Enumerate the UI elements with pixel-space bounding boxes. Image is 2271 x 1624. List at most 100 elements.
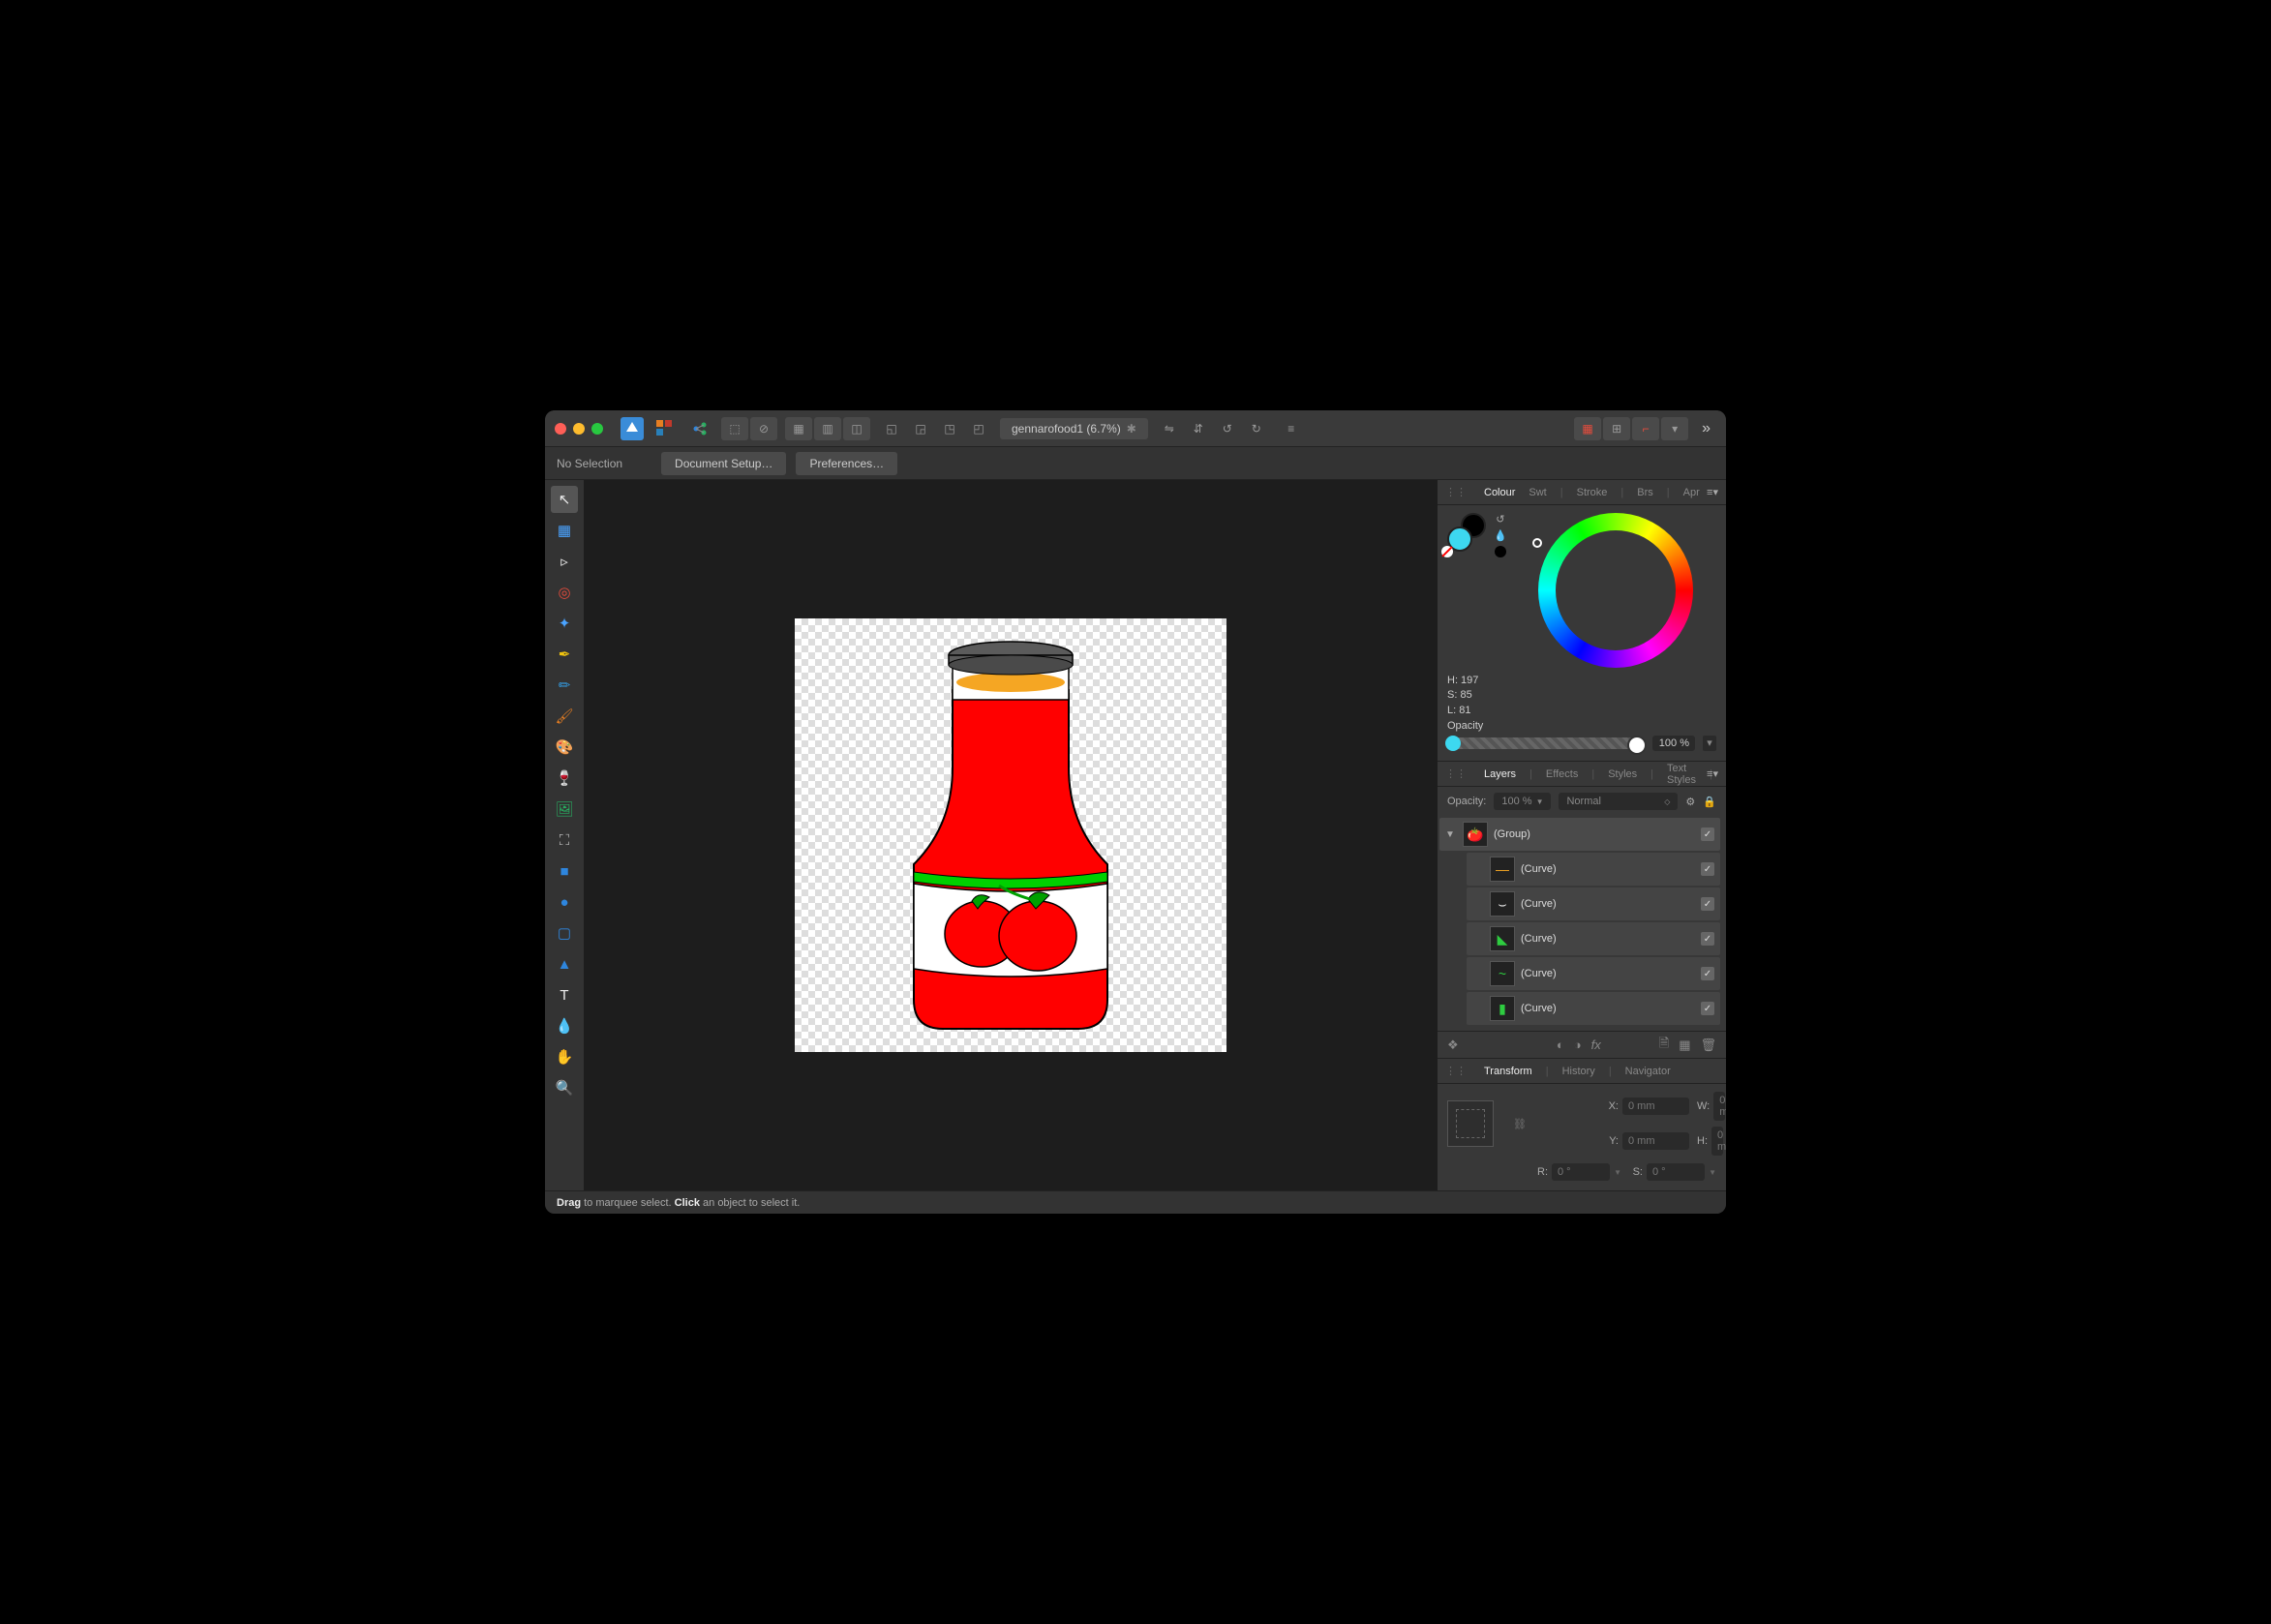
layers-multi-icon[interactable]: ❖ xyxy=(1447,1038,1459,1053)
layer-list[interactable]: ▼🍅(Group)✓—(Curve)✓⌣(Curve)✓◣(Curve)✓~(C… xyxy=(1438,816,1726,1031)
artboard[interactable] xyxy=(795,618,1226,1052)
move-backward-icon[interactable]: ◲ xyxy=(907,417,934,440)
tool-point-transform[interactable]: ✦ xyxy=(551,610,578,637)
tab-text-styles[interactable]: Text Styles xyxy=(1667,763,1696,786)
toolbar-overflow-button[interactable]: » xyxy=(1696,420,1716,437)
flip-h-icon[interactable]: ⇋ xyxy=(1156,417,1183,440)
w-field[interactable]: 0 mm xyxy=(1713,1092,1725,1121)
layer-row[interactable]: ◣(Curve)✓ xyxy=(1467,922,1720,955)
layer-visibility-checkbox[interactable]: ✓ xyxy=(1701,932,1714,946)
y-field[interactable]: 0 mm xyxy=(1622,1132,1689,1150)
tool-rectangle[interactable]: ■ xyxy=(551,857,578,885)
colour-wheel[interactable] xyxy=(1538,513,1693,668)
arrange-icon[interactable]: ≡ xyxy=(1278,417,1305,440)
r-field[interactable]: 0 ° xyxy=(1552,1163,1610,1181)
fullscreen-window-button[interactable] xyxy=(591,423,603,435)
persona-squares-icon[interactable] xyxy=(651,417,679,440)
layer-row[interactable]: ▮(Curve)✓ xyxy=(1467,992,1720,1025)
tab-history[interactable]: History xyxy=(1562,1066,1595,1077)
tool-crop[interactable]: ⛶ xyxy=(551,827,578,854)
snap-bounds-icon[interactable]: ⊞ xyxy=(1603,417,1630,440)
preferences-button[interactable]: Preferences… xyxy=(796,452,897,475)
layers-lock-icon[interactable]: 🔒 xyxy=(1703,796,1716,808)
tool-zoom[interactable]: 🔍 xyxy=(551,1074,578,1101)
panel-grip-icon[interactable]: ⋮⋮ xyxy=(1445,1065,1467,1077)
link-dimensions-icon[interactable]: ⛓ xyxy=(1513,1118,1597,1130)
layer-visibility-checkbox[interactable]: ✓ xyxy=(1701,897,1714,911)
select-edges-icon[interactable]: ▥ xyxy=(814,417,841,440)
disclosure-icon[interactable]: ▼ xyxy=(1445,829,1457,840)
move-back-icon[interactable]: ◱ xyxy=(878,417,905,440)
anchor-origin-widget[interactable] xyxy=(1447,1100,1494,1147)
tool-hand[interactable]: ✋ xyxy=(551,1043,578,1070)
tool-node[interactable]: ▹ xyxy=(551,548,578,575)
tool-brush[interactable]: 🖌 xyxy=(551,703,578,730)
tool-move[interactable]: ↖ xyxy=(551,486,578,513)
tab-layers[interactable]: Layers xyxy=(1484,768,1516,780)
select-box-icon[interactable]: ▦ xyxy=(785,417,812,440)
tab-colour[interactable]: Colour xyxy=(1484,487,1515,498)
rotate-ccw-icon[interactable]: ↺ xyxy=(1214,417,1241,440)
eyedropper-mini-icon[interactable]: 💧 xyxy=(1494,529,1507,542)
mask-icon[interactable]: ◐ xyxy=(1557,1038,1564,1052)
tool-text[interactable]: T xyxy=(551,981,578,1008)
tab-effects[interactable]: Effects xyxy=(1546,768,1578,780)
canvas-viewport[interactable] xyxy=(584,480,1438,1190)
h-field[interactable]: 0 mm xyxy=(1711,1127,1723,1156)
tool-glass[interactable]: 🍷 xyxy=(551,765,578,792)
tool-pencil[interactable]: ✏ xyxy=(551,672,578,699)
align-distribute-icon[interactable]: ⊘ xyxy=(750,417,777,440)
add-pixel-layer-icon[interactable]: ▦ xyxy=(1679,1038,1690,1053)
tool-corner[interactable]: ◎ xyxy=(551,579,578,606)
snap-options-dropdown[interactable]: ▾ xyxy=(1661,417,1688,440)
tab-swatches[interactable]: Swt xyxy=(1529,487,1546,498)
s-field[interactable]: 0 ° xyxy=(1647,1163,1705,1181)
opacity-dropdown-icon[interactable]: ▾ xyxy=(1703,736,1716,751)
layer-row[interactable]: ▼🍅(Group)✓ xyxy=(1439,818,1720,851)
delete-layer-icon[interactable]: 🗑 xyxy=(1700,1038,1716,1053)
layer-visibility-checkbox[interactable]: ✓ xyxy=(1701,827,1714,841)
colour-triangle[interactable] xyxy=(1562,537,1669,644)
layer-visibility-checkbox[interactable]: ✓ xyxy=(1701,1002,1714,1015)
rotate-cw-icon[interactable]: ↻ xyxy=(1243,417,1270,440)
tool-place-image[interactable]: 🖼 xyxy=(551,796,578,823)
tab-brushes[interactable]: Brs xyxy=(1637,487,1653,498)
opacity-value-field[interactable]: 100 % xyxy=(1652,736,1695,751)
document-setup-button[interactable]: Document Setup… xyxy=(661,452,786,475)
panel-grip-icon[interactable]: ⋮⋮ xyxy=(1445,767,1467,780)
hue-handle[interactable] xyxy=(1532,538,1542,548)
move-forward-icon[interactable]: ◳ xyxy=(936,417,963,440)
layer-row[interactable]: ⌣(Curve)✓ xyxy=(1467,887,1720,920)
adjustment-icon[interactable]: ◑ xyxy=(1574,1038,1582,1052)
blend-mode-dropdown[interactable]: Normal◇ xyxy=(1559,793,1678,810)
flip-v-icon[interactable]: ⇵ xyxy=(1185,417,1212,440)
fx-icon[interactable]: fx xyxy=(1591,1038,1601,1052)
layer-row[interactable]: ~(Curve)✓ xyxy=(1467,957,1720,990)
layers-panel-menu-icon[interactable]: ≡▾ xyxy=(1707,767,1718,780)
layer-row[interactable]: —(Curve)✓ xyxy=(1467,853,1720,886)
grid-icon[interactable]: ▦ xyxy=(1574,417,1601,440)
tab-transform[interactable]: Transform xyxy=(1484,1066,1532,1077)
tab-stroke[interactable]: Stroke xyxy=(1577,487,1608,498)
tool-triangle[interactable]: ▲ xyxy=(551,950,578,977)
no-colour-icon[interactable] xyxy=(1441,546,1453,557)
tool-artboard[interactable]: ▦ xyxy=(551,517,578,544)
tab-navigator[interactable]: Navigator xyxy=(1625,1066,1671,1077)
tool-pen[interactable]: ✒ xyxy=(551,641,578,668)
tab-appearance[interactable]: Apr xyxy=(1683,487,1700,498)
tab-styles[interactable]: Styles xyxy=(1608,768,1637,780)
layer-opacity-field[interactable]: 100 %▼ xyxy=(1494,793,1551,810)
x-field[interactable]: 0 mm xyxy=(1622,1098,1689,1115)
select-lasso-icon[interactable]: ◫ xyxy=(843,417,870,440)
add-layer-icon[interactable]: 🗎 xyxy=(1659,1035,1669,1056)
tool-ellipse[interactable]: ● xyxy=(551,888,578,916)
move-front-icon[interactable]: ◰ xyxy=(965,417,992,440)
layer-visibility-checkbox[interactable]: ✓ xyxy=(1701,967,1714,980)
minimize-window-button[interactable] xyxy=(573,423,585,435)
align-center-icon[interactable]: ⬚ xyxy=(721,417,748,440)
tool-fill[interactable]: 🎨 xyxy=(551,734,578,761)
close-window-button[interactable] xyxy=(555,423,566,435)
colour-panel-menu-icon[interactable]: ≡▾ xyxy=(1707,486,1718,498)
tool-eyedropper[interactable]: 💧 xyxy=(551,1012,578,1039)
tool-rounded-rect[interactable]: ▢ xyxy=(551,919,578,947)
